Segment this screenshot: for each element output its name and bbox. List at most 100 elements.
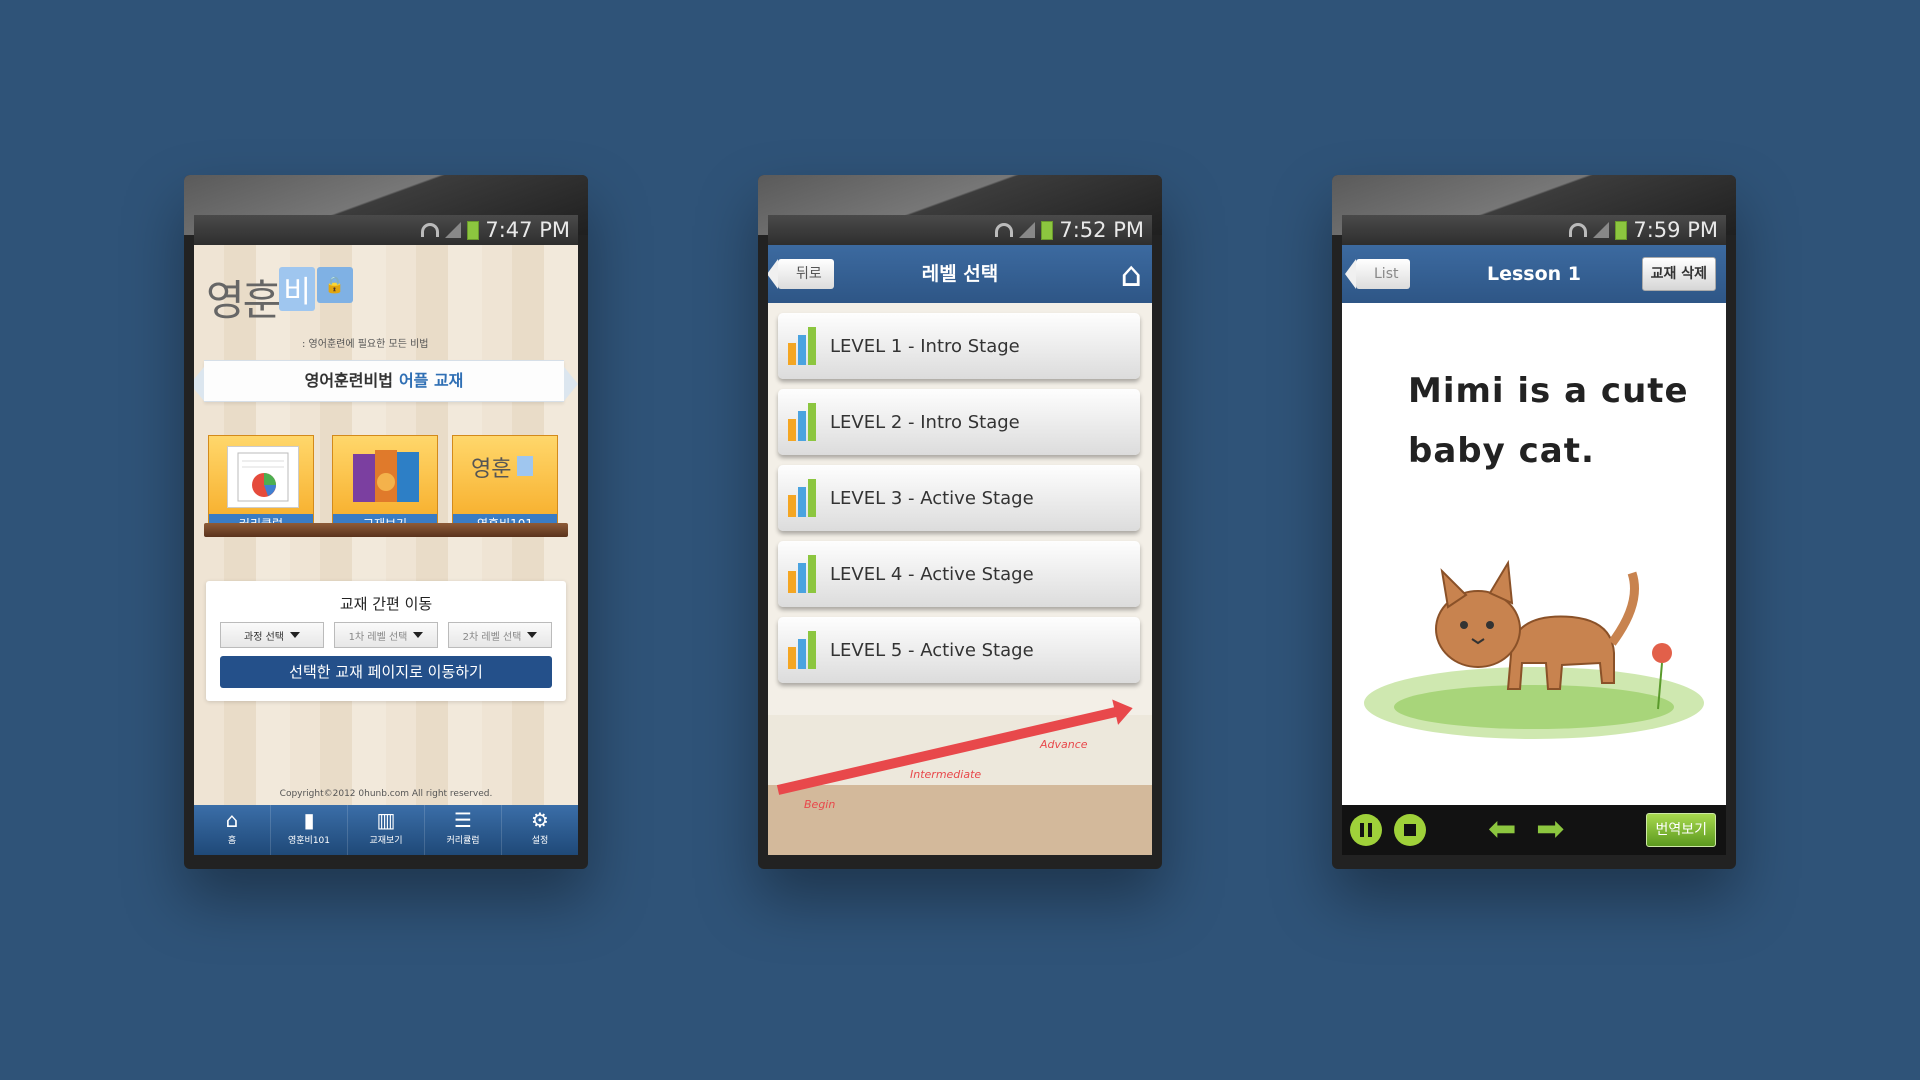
copyright: Copyright©2012 0hunb.com All right reser… [279,789,493,799]
svg-text:영훈: 영훈 [471,457,511,482]
level-label: LEVEL 4 - Active Stage [830,563,1034,585]
lesson-line-1: Mimi is a cute [1408,371,1689,411]
title-ribbon: 영어훈련비법 어플 교재 [194,360,578,402]
course-select-label: 과정 선택 [244,631,284,643]
level-label: LEVEL 5 - Active Stage [830,639,1034,661]
app-logo: 영훈 비 🔒 : 영어훈련에 필요한 모든 비법 [206,267,428,350]
pause-icon[interactable] [1350,814,1382,846]
shelf [204,523,568,537]
go-to-page-button[interactable]: 선택한 교재 페이지로 이동하기 [220,656,552,688]
tab-books[interactable]: ▥ 교재보기 [348,805,425,855]
translate-button[interactable]: 번역보기 [1646,813,1716,847]
phone-level-select: 7:52 PM 레벨 선택 뒤로 ⌂ Begin Intermediate Ad… [758,175,1162,869]
quick-nav-panel: 교재 간편 이동 과정 선택 1차 레벨 선택 2차 레벨 선택 선택한 교재 … [206,581,566,701]
tab-label: 홈 [227,836,237,846]
stage-advance: Advance [1040,738,1088,751]
progress-scene: Begin Intermediate Advance [768,706,1152,855]
bar-chart-icon [788,555,818,593]
quick-selects: 과정 선택 1차 레벨 선택 2차 레벨 선택 [206,622,566,648]
level-label: LEVEL 1 - Intro Stage [830,335,1020,357]
lesson-text: Mimi is a cute baby cat. [1408,361,1689,481]
level-label: LEVEL 2 - Intro Stage [830,411,1020,433]
home-content: 영훈 비 🔒 : 영어훈련에 필요한 모든 비법 영어훈련비법 어플 교재 영훈… [194,245,578,805]
list-icon: ☰ [454,808,472,832]
arrow-right-icon[interactable]: ➡ [1536,812,1565,846]
screen: 7:59 PM Lesson 1 List 교재 삭제 Mimi is a cu… [1342,215,1726,855]
tab-settings[interactable]: ⚙ 설정 [502,805,578,855]
calendar-chart-icon [227,446,299,508]
tab-label: 영훈비101 [287,836,331,846]
signal-icon [1019,222,1036,238]
shelf-item-curriculum[interactable]: 커리큘럼 [208,435,314,535]
level-item-5[interactable]: LEVEL 5 - Active Stage [778,617,1140,683]
stop-icon[interactable] [1394,814,1426,846]
ribbon-accent: 어플 교재 [398,371,464,390]
bar-chart-icon [788,403,818,441]
stage-begin: Begin [804,798,836,811]
level-item-1[interactable]: LEVEL 1 - Intro Stage [778,313,1140,379]
lesson-line-2: baby cat. [1408,431,1595,471]
status-time: 7:52 PM [1059,218,1144,242]
logo-thumbnail-icon: 영훈 [471,446,541,506]
battery-icon [1615,220,1628,240]
chevron-down-icon [527,632,538,638]
cat-illustration [1362,513,1706,743]
status-bar: 7:59 PM [1342,215,1726,245]
bottom-tab-bar: ⌂ 홈 ▮ 영훈비101 ▥ 교재보기 ☰ 커리큘럼 ⚙ 설정 [194,805,578,855]
tab-label: 커리큘럼 [446,836,480,846]
level-item-3[interactable]: LEVEL 3 - Active Stage [778,465,1140,531]
delete-book-button[interactable]: 교재 삭제 [1641,257,1716,291]
bar-chart-icon [788,327,818,365]
level-item-2[interactable]: LEVEL 2 - Intro Stage [778,389,1140,455]
chevron-down-icon [413,632,424,638]
level1-select[interactable]: 1차 레벨 선택 [334,622,438,648]
list-button[interactable]: List [1344,259,1411,289]
level2-select[interactable]: 2차 레벨 선택 [448,622,552,648]
level1-select-label: 1차 레벨 선택 [348,631,408,643]
book-icon: ▮ [303,808,315,832]
lock-icon: 🔒 [316,267,353,303]
logo-text: 영훈 [206,276,281,325]
level2-select-label: 2차 레벨 선택 [462,631,522,643]
wifi-icon [1569,223,1588,237]
signal-icon [1593,222,1610,238]
wifi-icon [421,223,440,237]
tab-home[interactable]: ⌂ 홈 [194,805,271,855]
battery-icon [467,220,480,240]
stage-intermediate: Intermediate [910,768,982,781]
status-bar: 7:47 PM [194,215,578,245]
lesson-page: Mimi is a cute baby cat. [1342,303,1726,805]
tab-label: 교재보기 [369,836,403,846]
home-icon: ⌂ [225,808,239,832]
shelf-item-books[interactable]: 교재보기 [332,435,438,535]
logo-tagline: : 영어훈련에 필요한 모든 비법 [302,339,429,350]
level-list: Begin Intermediate Advance LEVEL 1 - Int… [768,303,1152,855]
signal-icon [445,222,462,238]
wifi-icon [995,223,1014,237]
phone-lesson: 7:59 PM Lesson 1 List 교재 삭제 Mimi is a cu… [1332,175,1736,869]
quick-nav-title: 교재 간편 이동 [339,595,433,613]
screen: 7:52 PM 레벨 선택 뒤로 ⌂ Begin Intermediate Ad… [768,215,1152,855]
course-select[interactable]: 과정 선택 [220,622,324,648]
logo-bi: 비 [279,267,315,311]
ribbon-title: 영어훈련비법 [304,371,393,390]
bar-chart-icon [788,479,818,517]
bar-chart-icon [788,631,818,669]
tab-label: 설정 [531,836,549,846]
status-time: 7:47 PM [485,218,570,242]
shelf-item-101[interactable]: 영훈 영훈비101 [452,435,558,535]
playback-controls: ⬅ ➡ 번역보기 [1342,805,1726,855]
tab-101[interactable]: ▮ 영훈비101 [271,805,348,855]
screen: 7:47 PM 영훈 비 🔒 : 영어훈련에 필요한 모든 비법 영어훈련비법 어플 … [194,215,578,855]
home-icon[interactable]: ⌂ [1120,255,1142,295]
gear-icon: ⚙ [531,808,549,832]
books-cover-icon [351,446,421,506]
level-item-4[interactable]: LEVEL 4 - Active Stage [778,541,1140,607]
status-time: 7:59 PM [1633,218,1718,242]
tab-curriculum[interactable]: ☰ 커리큘럼 [425,805,502,855]
arrow-left-icon[interactable]: ⬅ [1488,812,1517,846]
books-icon: ▥ [376,808,396,832]
back-button[interactable]: 뒤로 [768,259,834,289]
nav-bar: Lesson 1 List 교재 삭제 [1342,245,1726,303]
battery-icon [1041,220,1054,240]
